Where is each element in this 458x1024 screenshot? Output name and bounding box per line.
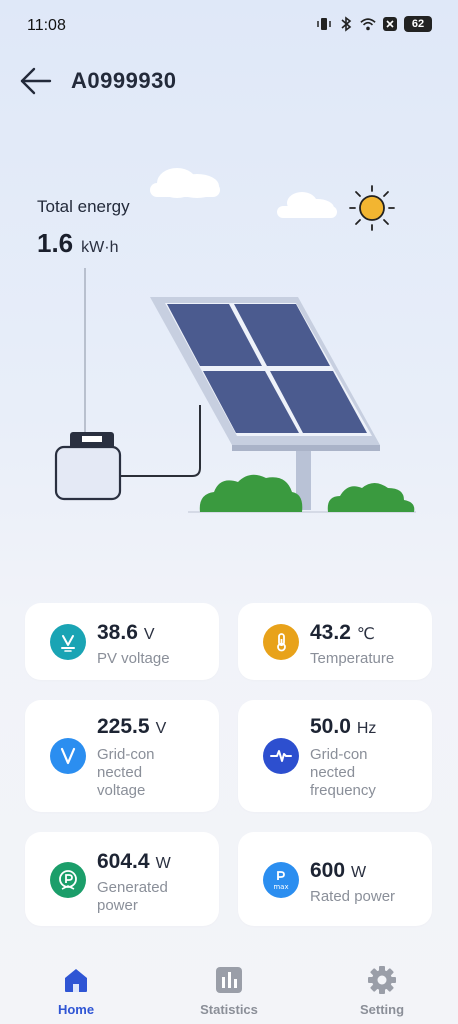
battery-icon: 62 [404, 16, 432, 32]
total-energy-label: Total energy [37, 197, 130, 216]
bluetooth-icon [338, 16, 354, 32]
gear-icon [366, 964, 398, 996]
metric-number: 50.0 [310, 715, 351, 738]
bush [327, 483, 415, 512]
generated-power-icon [50, 862, 86, 898]
metric-card-temperature[interactable]: 43.2 ℃ Temperature [238, 603, 432, 680]
metric-unit: W [155, 855, 171, 872]
tab-home[interactable]: Home [16, 948, 136, 1024]
total-energy-value: 1.6 kW·h [37, 228, 118, 259]
metric-label: Grid-con nected voltage [97, 746, 155, 799]
cloud-icon [150, 168, 220, 198]
frequency-wave-icon [263, 738, 299, 774]
wifi-icon [360, 16, 376, 32]
pv-voltage-icon [50, 624, 86, 660]
metric-value: 600 W [310, 859, 366, 883]
page-title: A0999930 [71, 68, 177, 93]
metric-value: 50.0 Hz [310, 715, 376, 739]
bottom-tab-bar: Home Statistics Setting [0, 948, 458, 1024]
metric-card-grid-voltage[interactable]: 225.5 V Grid-con nected voltage [25, 700, 219, 812]
metric-label: Rated power [310, 888, 396, 905]
status-time: 11:08 [27, 17, 66, 34]
metric-number: 43.2 [310, 621, 351, 644]
cloud-icon [277, 192, 337, 218]
metric-number: 225.5 [97, 715, 150, 738]
solar-illustration: Total energy 1.6 kW·h [0, 140, 458, 530]
tab-label: Home [57, 1002, 95, 1017]
metric-value: 225.5 V [97, 715, 166, 739]
solar-panel [150, 297, 380, 451]
metric-label: Generated power [97, 879, 168, 914]
metric-card-pv-voltage[interactable]: 38.6 V PV voltage [25, 603, 219, 680]
metric-label: PV voltage [97, 650, 170, 667]
metric-label: Grid-con nected frequency [310, 746, 376, 799]
status-icons: 62 [316, 16, 432, 32]
metric-unit: V [143, 626, 155, 643]
tab-setting[interactable]: Setting [322, 948, 442, 1024]
home-icon [60, 964, 92, 996]
close-box-icon [382, 16, 398, 32]
tab-label: Setting [359, 1002, 405, 1017]
metric-card-generated-power[interactable]: 604.4 W Generated power [25, 832, 219, 926]
metric-unit: V [155, 720, 167, 737]
voltage-icon [50, 738, 86, 774]
metric-unit: Hz [356, 720, 377, 737]
metric-value: 604.4 W [97, 850, 171, 874]
metric-unit: ℃ [356, 626, 375, 643]
sun-icon [349, 185, 395, 231]
metric-label: Temperature [310, 650, 395, 667]
total-energy-number: 1.6 [37, 228, 74, 258]
header: A0999930 [0, 60, 458, 100]
metric-unit: W [351, 864, 367, 881]
metric-value: 43.2 ℃ [310, 621, 375, 645]
rated-power-icon: max [263, 862, 299, 898]
metric-number: 38.6 [97, 621, 138, 644]
back-button[interactable] [18, 64, 54, 96]
total-energy-unit: kW·h [81, 239, 119, 256]
microinverter [54, 432, 122, 501]
metric-value: 38.6 V [97, 621, 155, 645]
metric-card-rated-power[interactable]: max 600 W Rated power [238, 832, 432, 926]
metric-card-grid-frequency[interactable]: 50.0 Hz Grid-con nected frequency [238, 700, 432, 812]
tab-label: Statistics [200, 1002, 258, 1017]
status-bar: 11:08 62 [0, 0, 458, 52]
vibrate-icon [316, 16, 332, 32]
metric-number: 604.4 [97, 850, 150, 873]
svg-text:max: max [273, 883, 288, 891]
metric-number: 600 [310, 859, 346, 882]
bar-chart-icon [213, 964, 245, 996]
bush [199, 474, 303, 512]
arrow-left-icon [20, 67, 52, 95]
thermometer-icon [263, 624, 299, 660]
tab-statistics[interactable]: Statistics [169, 948, 289, 1024]
